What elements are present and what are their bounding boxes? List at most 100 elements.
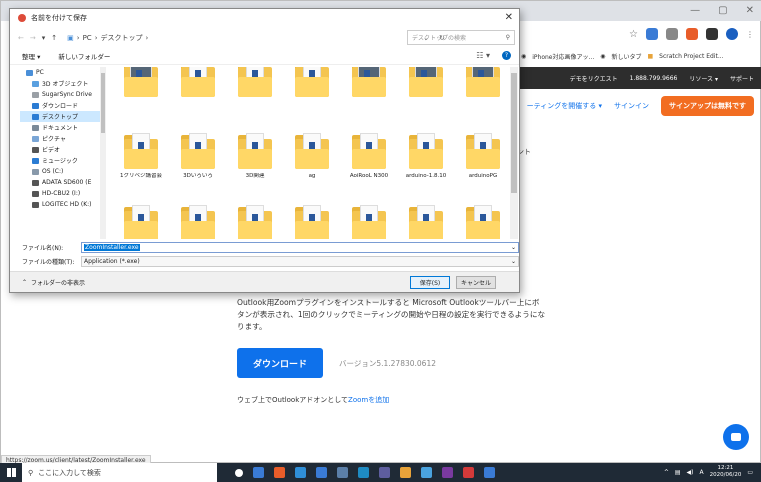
file-item[interactable]: DB_OpenKKM_test xyxy=(338,199,400,239)
taskbar-app-icon[interactable] xyxy=(337,467,348,478)
file-item[interactable]: arduino関連 xyxy=(167,199,229,239)
menu-icon[interactable]: ⋮ xyxy=(746,30,754,39)
breadcrumb-desktop[interactable]: デスクトップ xyxy=(101,33,143,43)
host-meeting-menu[interactable]: ーティングを開催する ▾ xyxy=(527,101,602,111)
file-item[interactable]: arduinoPG xyxy=(452,127,508,197)
extension-icon[interactable] xyxy=(646,28,658,40)
chat-button[interactable] xyxy=(723,424,749,450)
taskbar-app-icon[interactable] xyxy=(316,467,327,478)
new-folder-button[interactable]: 新しいフォルダー xyxy=(58,51,110,61)
download-button[interactable]: ダウンロード xyxy=(237,348,323,378)
file-item[interactable]: arduino-sample-190226修正 xyxy=(110,199,172,239)
nav-item[interactable]: ダウンロード xyxy=(20,100,100,111)
bookmark-item[interactable]: 新しいタブ xyxy=(611,52,641,61)
filename-input[interactable]: ZoomInstaller.exe ⌄ xyxy=(81,242,519,253)
search-input[interactable]: デスクトップの検索 ⚲ xyxy=(407,30,515,45)
help-icon[interactable]: ? xyxy=(502,51,511,60)
file-item[interactable]: 1クリベジ講習会 xyxy=(110,127,172,197)
file-item[interactable] xyxy=(338,67,400,125)
nav-item[interactable]: HD-CBU2 (I:) xyxy=(20,188,100,199)
notification-icon[interactable]: ▭ xyxy=(747,469,753,476)
taskbar-app-icon[interactable] xyxy=(358,467,369,478)
nav-scroll-thumb[interactable] xyxy=(101,73,105,133)
view-options-icon[interactable]: ☷ ▾ xyxy=(476,51,490,60)
file-item[interactable]: 3D関連 xyxy=(224,127,286,197)
signin-link[interactable]: サインイン xyxy=(614,101,649,111)
nav-item[interactable]: SugarSync Drive xyxy=(20,89,100,100)
cancel-button[interactable]: キャンセル xyxy=(456,276,496,289)
taskbar-app-icon[interactable] xyxy=(235,468,243,477)
tray-lang[interactable]: A xyxy=(700,469,704,476)
folder-icon xyxy=(238,203,272,239)
nav-item[interactable]: ドキュメント xyxy=(20,122,100,133)
file-item[interactable] xyxy=(395,67,457,125)
extension-icon[interactable] xyxy=(666,28,678,40)
minimize-button[interactable]: — xyxy=(690,5,700,16)
nav-item[interactable]: ミュージック xyxy=(20,155,100,166)
file-item[interactable] xyxy=(224,67,286,125)
signup-button[interactable]: サインアップは無料です xyxy=(661,96,754,116)
taskbar-app-icon[interactable] xyxy=(400,467,411,478)
tray-chevron-icon[interactable]: ^ xyxy=(664,469,669,476)
taskbar-app-icon[interactable] xyxy=(379,467,390,478)
file-item[interactable]: AoiRooL N300 xyxy=(338,127,400,197)
breadcrumb[interactable]: ▣ › PC › デスクトップ › xyxy=(67,33,337,43)
taskbar-app-icon[interactable] xyxy=(295,467,306,478)
taskbar-app-icon[interactable] xyxy=(421,467,432,478)
filetype-select[interactable]: Application (*.exe) ⌄ xyxy=(81,256,519,267)
star-icon[interactable]: ☆ xyxy=(629,29,638,40)
forward-icon[interactable]: → xyxy=(30,34,36,42)
save-button[interactable]: 保存(S) xyxy=(410,276,450,289)
dialog-close-button[interactable]: ✕ xyxy=(505,12,513,23)
taskbar-app-icon[interactable] xyxy=(442,467,453,478)
taskbar-app-icon[interactable] xyxy=(253,467,264,478)
nav-item[interactable]: ピクチャ xyxy=(20,133,100,144)
chrome-icon xyxy=(18,14,26,22)
nav-item[interactable]: デスクトップ xyxy=(20,111,100,122)
file-item[interactable]: arudino_wifi xyxy=(224,199,286,239)
bookmark-item[interactable]: iPhone対応画像アッ... xyxy=(532,52,594,61)
support-link[interactable]: サポート xyxy=(730,74,754,83)
file-item[interactable]: ag xyxy=(281,127,343,197)
taskbar-search[interactable]: ⚲ ここに入力して検索 xyxy=(22,463,217,482)
back-icon[interactable]: ← xyxy=(18,34,24,42)
maximize-button[interactable]: ▢ xyxy=(718,5,727,16)
file-item[interactable] xyxy=(167,67,229,125)
network-icon[interactable]: ▤ xyxy=(675,469,681,476)
nav-item[interactable]: OS (C:) xyxy=(20,166,100,177)
file-item[interactable]: Duplicate Files Fixer xyxy=(395,199,457,239)
breadcrumb-pc[interactable]: PC xyxy=(83,34,92,42)
file-item[interactable]: GMap xyxy=(452,199,508,239)
volume-icon[interactable]: ◀) xyxy=(687,469,694,476)
file-item[interactable]: ch341ser_win_3.4 xyxy=(281,199,343,239)
hide-folders-toggle[interactable]: ⌃ フォルダーの非表示 xyxy=(22,278,85,287)
request-demo-link[interactable]: デモをリクエスト xyxy=(570,74,618,83)
up-icon[interactable]: ↑ xyxy=(51,34,57,42)
clock[interactable]: 12:21 2020/06/20 xyxy=(710,465,742,479)
recent-dropdown-icon[interactable]: ▾ xyxy=(42,34,46,42)
taskbar-app-icon[interactable] xyxy=(274,467,285,478)
close-window-button[interactable]: ✕ xyxy=(746,5,754,16)
nav-item[interactable]: ADATA SD600 (E xyxy=(20,177,100,188)
taskbar-app-icon[interactable] xyxy=(463,467,474,478)
start-button[interactable] xyxy=(0,463,22,482)
file-item[interactable]: arduino-1.8.10 xyxy=(395,127,457,197)
extension-icon[interactable] xyxy=(686,28,698,40)
file-item[interactable] xyxy=(281,67,343,125)
add-zoom-link[interactable]: Zoomを追加 xyxy=(348,396,389,404)
file-item[interactable] xyxy=(452,67,508,125)
file-item[interactable]: 3Dいろいろ xyxy=(167,127,229,197)
profile-avatar[interactable] xyxy=(726,28,738,40)
nav-item[interactable]: 3D オブジェクト xyxy=(20,78,100,89)
file-scroll-thumb[interactable] xyxy=(511,73,517,193)
nav-item[interactable]: LOGITEC HD (K:) xyxy=(20,199,100,210)
bookmark-item[interactable]: Scratch Project Edit... xyxy=(659,53,723,60)
nav-item[interactable]: ビデオ xyxy=(20,144,100,155)
taskbar-app-icon[interactable] xyxy=(484,467,495,478)
chevron-down-icon[interactable]: ⌄ xyxy=(511,244,516,251)
extension-icon[interactable] xyxy=(706,28,718,40)
nav-item[interactable]: PC xyxy=(20,67,100,78)
organize-button[interactable]: 整理 ▾ xyxy=(22,51,40,61)
file-item[interactable] xyxy=(110,67,172,125)
resources-menu[interactable]: リソース ▾ xyxy=(689,74,718,83)
